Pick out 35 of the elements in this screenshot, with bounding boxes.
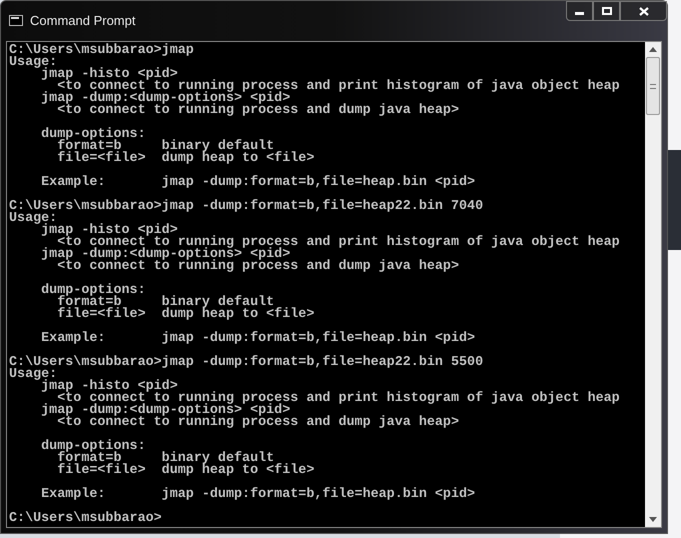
scrollbar-thumb[interactable] <box>646 57 660 115</box>
maximize-button[interactable] <box>593 1 620 21</box>
console-line: Example: jmap -dump:format=b,file=heap.bin <pid> <box>40 177 476 189</box>
console-line: jmap -histo <pid> <box>41 381 178 393</box>
console-line: jmap -dump:<dump-options> <pid> <box>40 93 290 105</box>
console-line: dump-options: <box>40 285 146 297</box>
console-line: <to connect to running process and dump java heap> <box>57 417 459 429</box>
close-icon <box>638 6 648 16</box>
console-line: Example: jmap -dump:format=b,file=heap.bin <pid> <box>40 489 476 501</box>
minimize-button[interactable] <box>566 1 593 21</box>
console-line: Usage: <box>9 57 58 69</box>
console-line: C:\Users\msubbarao> <box>9 513 162 525</box>
console-line: C:\Users\msubbarao>jmap -dump:format=b,file=heap22.bin 7040 <box>9 201 484 213</box>
console-line: <to connect to running process and dump java heap> <box>57 261 459 273</box>
console-line: file=<file> dump heap to <file> <box>56 465 314 477</box>
console-line: jmap -histo <pid> <box>41 69 178 81</box>
scroll-up-icon[interactable] <box>649 47 657 52</box>
scroll-down-icon[interactable] <box>649 517 657 522</box>
console-line: Usage: <box>9 369 58 381</box>
console-line: C:\Users\msubbarao>jmap -dump:format=b,file=heap22.bin 5500 <box>9 357 484 369</box>
console-line: jmap -dump:<dump-options> <pid> <box>40 249 290 261</box>
console-line: dump-options: <box>40 441 146 453</box>
console-line: dump-options: <box>40 129 146 141</box>
close-button[interactable] <box>620 1 667 21</box>
scrollbar[interactable] <box>645 42 661 527</box>
console-line: <to connect to running process and dump java heap> <box>57 105 459 117</box>
console-line: Example: jmap -dump:format=b,file=heap.bin <pid> <box>40 333 476 345</box>
console-line: jmap -histo <pid> <box>41 225 178 237</box>
console-line: C:\Users\msubbarao>jmap <box>9 45 194 57</box>
console-line: Usage: <box>9 213 58 225</box>
window-title: Command Prompt <box>30 12 136 30</box>
console-line: file=<file> dump heap to <file> <box>56 153 314 165</box>
console-app-icon <box>9 15 23 26</box>
console-line: jmap -dump:<dump-options> <pid> <box>40 405 290 417</box>
console-line: file=<file> dump heap to <file> <box>56 309 314 321</box>
